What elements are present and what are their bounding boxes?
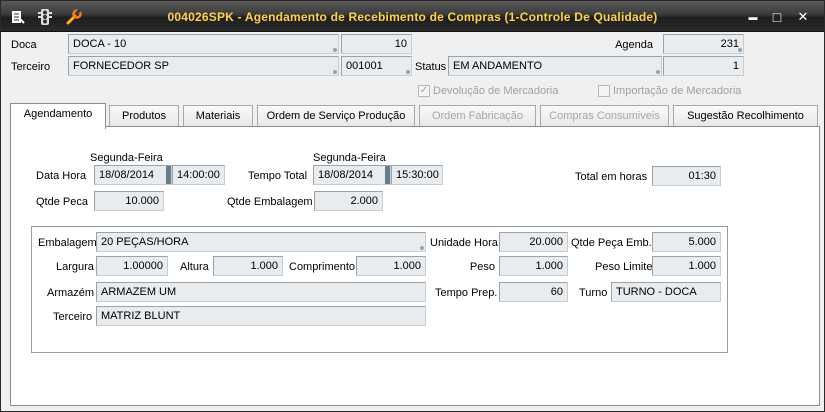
group-terceiro-field[interactable]: MATRIZ BLUNT [96,306,426,326]
data-hora-date-field[interactable]: 18/08/2014 [94,165,172,185]
doca-code-field[interactable]: 10 [341,34,412,54]
agenda-label: Agenda [615,39,653,51]
devolucao-label: Devolução de Mercadoria [433,85,559,97]
qtde-peca-emb-label: Qtde Peça Emb. [571,237,652,249]
peso-limite-field[interactable]: 1.000 [652,256,721,276]
altura-label: Altura [180,261,209,273]
peso-field[interactable]: 1.000 [499,256,568,276]
total-horas-field[interactable]: 01:30 [652,166,721,186]
tab-compras-consumiveis[interactable]: Compras Consumiveis [540,105,669,128]
terceiro-field[interactable]: FORNECEDOR SP [68,56,339,76]
doca-label: Doca [11,39,37,51]
armazem-label: Armazém [47,287,95,299]
status-code-field[interactable]: 1 [663,56,744,76]
status-field[interactable]: EM ANDAMENTO [448,56,662,76]
turno-label: Turno [579,287,608,299]
devolucao-checkbox[interactable]: ✓ Devolução de Mercadoria [418,85,558,97]
embalagem-label: Embalagem [38,237,97,249]
agenda-field[interactable]: 231 [663,34,744,54]
importacao-checkbox[interactable]: Importação de Mercadoria [598,85,741,97]
qtde-peca-label: Qtde Peca [36,196,88,208]
title-bar: 004026SPK - Agendamento de Recebimento d… [1,1,824,32]
embalagem-field[interactable]: 20 PEÇAS/HORA [96,232,426,252]
group-terceiro-label: Terceiro [53,311,93,323]
tempo-total-day-label: Segunda-Feira [313,152,386,164]
tab-sugestao-recolhimento[interactable]: Sugestão Recolhimento [673,105,818,128]
checkbox-checked-icon: ✓ [418,85,430,97]
peso-label: Peso [469,261,495,273]
tempo-total-date-field[interactable]: 18/08/2014 [313,165,391,185]
largura-field[interactable]: 1.00000 [96,256,168,276]
tab-agendamento[interactable]: Agendamento [10,103,106,129]
unidade-hora-field[interactable]: 20.000 [499,232,568,252]
data-hora-day-label: Segunda-Feira [90,152,163,164]
importacao-label: Importação de Mercadoria [613,85,742,97]
total-horas-label: Total em horas [575,171,648,183]
comprimento-label: Comprimento [289,261,356,273]
close-icon: ✕ [797,9,809,24]
minimize-button[interactable]: ▬ [743,9,763,25]
qtde-peca-emb-field[interactable]: 5.000 [652,232,721,252]
checkbox-empty-icon [598,85,610,97]
tempo-total-time-field[interactable]: 15:30:00 [391,165,443,185]
largura-label: Largura [56,261,94,273]
doca-field[interactable]: DOCA - 10 [68,34,339,54]
data-hora-time-field[interactable]: 14:00:00 [172,165,225,185]
tempo-total-label: Tempo Total [248,170,308,182]
tab-produtos[interactable]: Produtos [109,105,179,128]
tab-ordem-fabricacao[interactable]: Ordem Fabricação [419,105,536,128]
terceiro-label: Terceiro [11,61,51,73]
qtde-embalagem-label: Qtde Embalagem [227,196,313,208]
qtde-embalagem-field[interactable]: 2.000 [314,191,383,211]
data-hora-label: Data Hora [36,170,87,182]
armazem-field[interactable]: ARMAZEM UM [96,282,426,302]
tempo-prep-field[interactable]: 60 [499,282,568,302]
tempo-prep-label: Tempo Prep. [435,287,498,299]
qtde-peca-field[interactable]: 10.000 [94,191,164,211]
altura-field[interactable]: 1.000 [213,256,283,276]
unidade-hora-label: Unidade Hora [430,237,498,249]
peso-limite-label: Peso Limite [595,261,653,273]
tab-ordem-servico-producao[interactable]: Ordem de Serviço Produção [257,105,415,128]
turno-field[interactable]: TURNO - DOCA [611,282,721,302]
close-button[interactable]: ✕ [793,9,813,25]
terceiro-code-field[interactable]: 001001 [341,56,412,76]
window-title: 004026SPK - Agendamento de Recebimento d… [167,10,658,24]
status-label: Status [415,61,447,73]
app-window: 004026SPK - Agendamento de Recebimento d… [0,0,825,412]
tab-materiais[interactable]: Materiais [183,105,253,128]
minimize-icon: ▬ [748,12,758,22]
comprimento-field[interactable]: 1.000 [356,256,426,276]
maximize-button[interactable]: □ [767,9,787,25]
maximize-icon: □ [772,9,782,25]
